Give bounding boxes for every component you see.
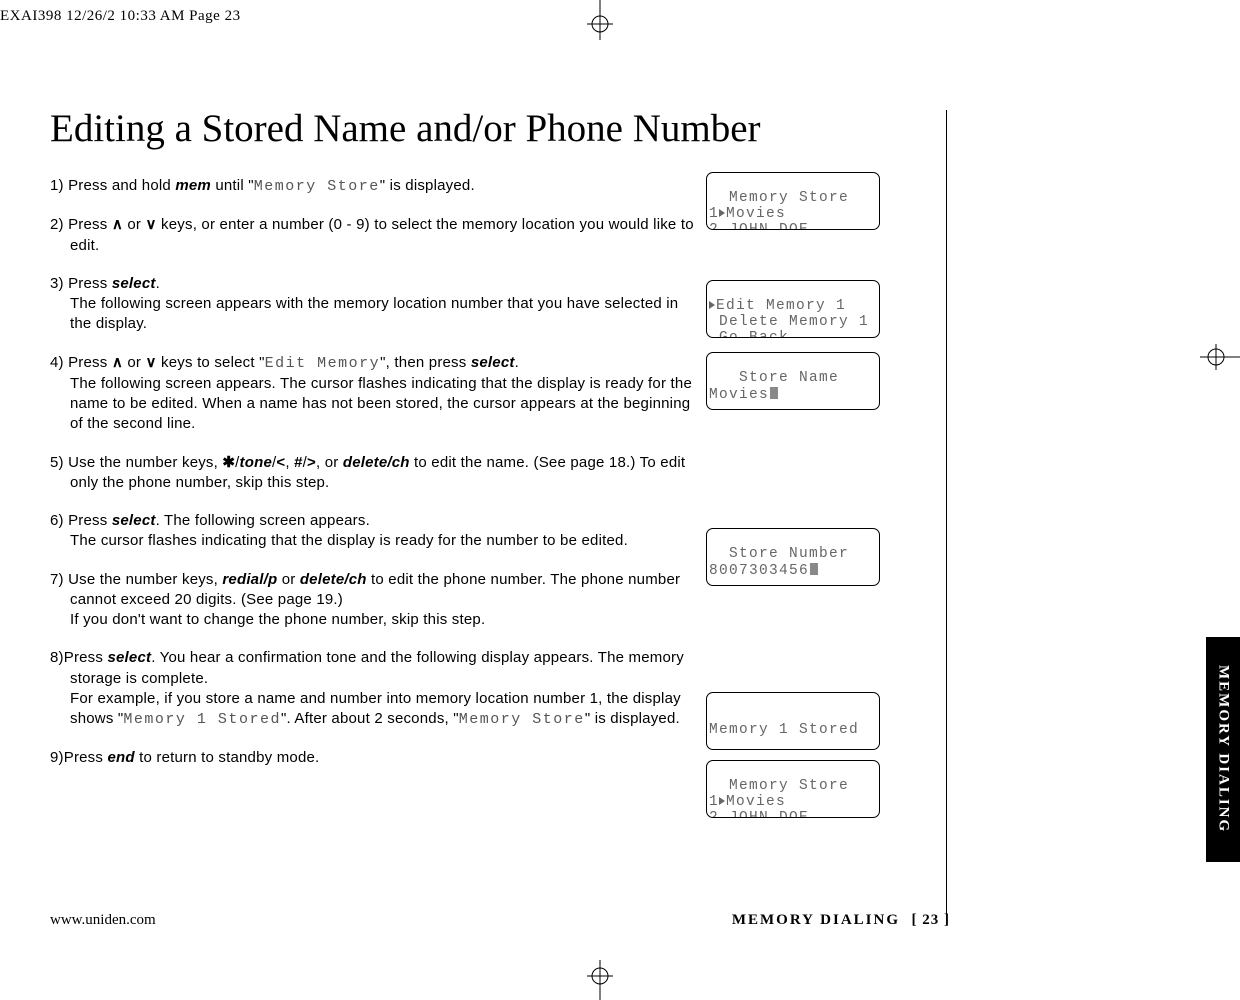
- lcd-screen-1: Memory Store1Movies2 JOHN DOE: [706, 172, 880, 230]
- down-arrow-icon: ∨: [146, 216, 157, 233]
- print-header: EXAI398 12/26/2 10:33 AM Page 23: [0, 8, 241, 25]
- step-6: 6) Press select. The following screen ap…: [50, 511, 700, 552]
- lcd-screens-column: Memory Store1Movies2 JOHN DOE Edit Memor…: [706, 172, 892, 818]
- step-1: 1) Press and hold mem until "Memory Stor…: [50, 176, 700, 197]
- pointer-icon: [709, 301, 715, 309]
- cursor-icon: [770, 387, 778, 399]
- step-5: 5) Use the number keys, ✱/tone/<, #/>, o…: [50, 453, 700, 494]
- page-title: Editing a Stored Name and/or Phone Numbe…: [50, 106, 1190, 151]
- step-3: 3) Press select. The following screen ap…: [50, 274, 700, 335]
- step-8: 8)Press select. You hear a confirmation …: [50, 648, 700, 730]
- cursor-icon: [810, 563, 818, 575]
- lcd-screen-5: Memory 1 Stored: [706, 692, 880, 750]
- step-7: 7) Use the number keys, redial/p or dele…: [50, 570, 700, 631]
- step-2: 2) Press ∧ or ∨ keys, or enter a number …: [50, 215, 700, 256]
- step-4: 4) Press ∧ or ∨ keys to select "Edit Mem…: [50, 353, 700, 435]
- up-arrow-icon: ∧: [112, 216, 123, 233]
- registration-mark-right: [1200, 344, 1240, 370]
- registration-mark-bottom: [587, 960, 613, 1000]
- instructions: 1) Press and hold mem until "Memory Stor…: [50, 176, 700, 787]
- pointer-icon: [719, 209, 725, 217]
- footer-section: MEMORY DIALING [ 23 ]: [732, 912, 950, 929]
- side-tab: MEMORY DIALING: [1206, 637, 1240, 862]
- footer-url: www.uniden.com: [50, 912, 156, 929]
- up-arrow-icon: ∧: [112, 354, 123, 371]
- lcd-screen-4: Store Number8007303456: [706, 528, 880, 586]
- side-tab-label: MEMORY DIALING: [1215, 665, 1232, 833]
- lcd-screen-3: Store NameMovies: [706, 352, 880, 410]
- lcd-screen-2: Edit Memory 1 Delete Memory 1 Go Back: [706, 280, 880, 338]
- pointer-icon: [719, 797, 725, 805]
- lcd-screen-6: Memory Store1Movies2 JOHN DOE: [706, 760, 880, 818]
- vertical-divider: [946, 110, 947, 920]
- down-arrow-icon: ∨: [146, 354, 157, 371]
- step-9: 9)Press end to return to standby mode.: [50, 748, 700, 768]
- page-footer: www.uniden.com MEMORY DIALING [ 23 ]: [50, 912, 950, 929]
- registration-mark-top: [587, 0, 613, 40]
